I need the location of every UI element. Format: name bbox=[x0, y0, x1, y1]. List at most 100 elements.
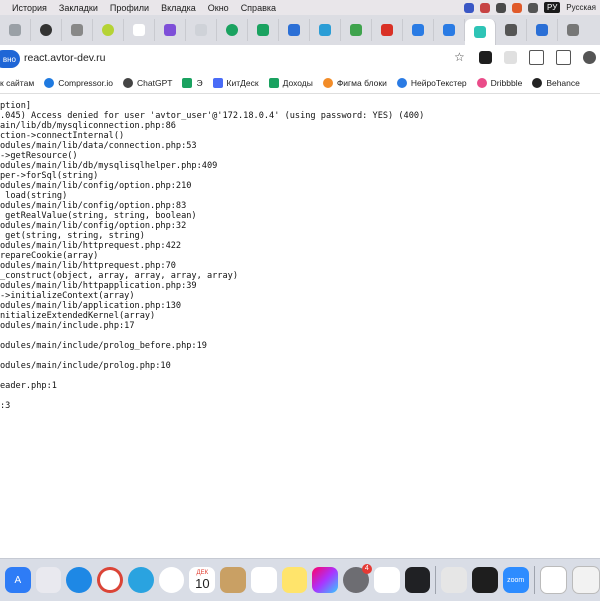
input-language-badge[interactable]: РУ bbox=[544, 2, 561, 13]
notification-badge: 4 bbox=[361, 564, 372, 574]
browser-tab[interactable] bbox=[434, 19, 465, 41]
tab-favicon-icon bbox=[195, 24, 207, 36]
bookmark-item[interactable]: Dribbble bbox=[476, 78, 522, 88]
launchpad-icon[interactable] bbox=[35, 567, 62, 593]
menu-item-tab[interactable]: Вкладка bbox=[161, 3, 196, 13]
page-content: ption] .045) Access denied for user 'avto… bbox=[0, 94, 600, 546]
site-info-chip[interactable]: вно bbox=[0, 50, 20, 68]
bookmark-item[interactable]: Фигма блоки bbox=[322, 78, 387, 88]
menu-item-history[interactable]: История bbox=[12, 3, 47, 13]
tab-favicon-icon bbox=[412, 24, 424, 36]
trace-line: odules/main/include/prolog_before.php:19 bbox=[0, 341, 207, 351]
status-app-icon[interactable] bbox=[480, 2, 491, 13]
jetbrains-icon[interactable] bbox=[404, 567, 431, 593]
bookmark-item[interactable]: НейроТекстер bbox=[396, 78, 467, 88]
trace-line: odules/main/lib/config/option.php:83 bbox=[0, 201, 187, 211]
menu-item-bookmarks[interactable]: Закладки bbox=[59, 3, 98, 13]
browser-tab[interactable] bbox=[62, 19, 93, 41]
system-settings-icon[interactable]: 4 bbox=[343, 564, 372, 593]
jpeg-file-icon[interactable] bbox=[572, 566, 600, 594]
tab-favicon-icon bbox=[133, 24, 145, 36]
menu-item-window[interactable]: Окно bbox=[208, 3, 229, 13]
browser-tab[interactable] bbox=[93, 19, 124, 41]
reminders-icon[interactable] bbox=[250, 567, 277, 593]
trace-line: eader.php:1 bbox=[0, 381, 57, 391]
puzzle-extensions-icon[interactable] bbox=[529, 50, 544, 65]
trace-line: odules/main/lib/db/mysqlisqlhelper.php:4… bbox=[0, 161, 218, 171]
browser-tab[interactable] bbox=[403, 19, 434, 41]
bookmark-star-icon[interactable]: ☆ bbox=[454, 51, 467, 64]
address-bar-url[interactable]: react.avtor-dev.ru bbox=[24, 52, 106, 64]
browser-tab[interactable] bbox=[186, 19, 217, 41]
plus-icon bbox=[257, 24, 269, 36]
calendar-icon[interactable]: ДЕК 10 bbox=[189, 567, 216, 593]
browser-tab[interactable] bbox=[155, 19, 186, 41]
browser-tab[interactable] bbox=[217, 19, 248, 41]
bookmark-item[interactable]: Доходы bbox=[268, 78, 313, 88]
bookmark-item[interactable]: КитДеск bbox=[212, 78, 259, 88]
bookmark-label: Фигма блоки bbox=[336, 78, 387, 88]
browser-toolbar: вно react.avtor-dev.ru ☆ bbox=[0, 45, 600, 73]
notes-icon[interactable] bbox=[281, 567, 308, 593]
trace-line: :3 bbox=[0, 401, 11, 411]
browser-tab[interactable] bbox=[372, 19, 403, 41]
trace-line: ction->connectInternal() bbox=[0, 131, 125, 141]
status-app-icon[interactable] bbox=[496, 2, 507, 13]
zoom-icon[interactable]: zoom bbox=[502, 567, 529, 593]
tab-favicon-icon bbox=[505, 24, 517, 36]
photos-icon[interactable] bbox=[312, 567, 339, 593]
bookmark-item[interactable]: Compressor.io bbox=[44, 78, 113, 88]
browser-tab[interactable] bbox=[527, 19, 558, 41]
neuro-icon bbox=[396, 78, 407, 88]
trace-line: odules/main/lib/data/connection.php:53 bbox=[0, 141, 197, 151]
browser-tab[interactable] bbox=[248, 19, 279, 41]
bookmark-item[interactable]: ChatGPT bbox=[123, 78, 172, 88]
status-app-icon[interactable] bbox=[512, 2, 523, 13]
browser-tab[interactable] bbox=[310, 19, 341, 41]
activity-monitor-icon[interactable] bbox=[373, 567, 400, 593]
contacts-icon[interactable] bbox=[220, 567, 246, 593]
profile-avatar-icon[interactable] bbox=[583, 51, 596, 64]
browser-tab-active[interactable] bbox=[465, 19, 496, 45]
extension-icon[interactable] bbox=[479, 51, 492, 64]
tab-favicon-icon bbox=[226, 24, 238, 36]
document-thumbnail-icon[interactable] bbox=[539, 566, 568, 594]
bookmark-item[interactable]: Behance bbox=[532, 78, 580, 88]
side-panel-icon[interactable] bbox=[556, 50, 571, 65]
bookmarks-bar: к сайтам Compressor.io ChatGPT Э КитДеск… bbox=[0, 73, 600, 94]
bookmark-item[interactable]: к сайтам bbox=[0, 78, 34, 88]
status-app-icon[interactable] bbox=[464, 2, 475, 13]
maps-icon[interactable] bbox=[158, 567, 185, 593]
textedit-icon[interactable] bbox=[441, 567, 468, 593]
trace-line bbox=[0, 371, 424, 381]
browser-tab[interactable] bbox=[558, 19, 588, 41]
app-store-icon[interactable]: A bbox=[5, 567, 31, 593]
browser-tab[interactable] bbox=[0, 19, 31, 41]
browser-tab[interactable] bbox=[31, 19, 62, 41]
safari-icon[interactable] bbox=[66, 567, 93, 593]
dock-separator bbox=[435, 566, 437, 594]
input-language-label[interactable]: Русская bbox=[566, 3, 596, 12]
browser-tab[interactable] bbox=[279, 19, 310, 41]
behance-icon bbox=[532, 78, 543, 88]
menu-item-help[interactable]: Справка bbox=[241, 3, 276, 13]
browser-tab[interactable] bbox=[496, 19, 527, 41]
browser-tab[interactable] bbox=[341, 19, 372, 41]
tab-favicon-icon bbox=[443, 24, 455, 36]
chatgpt-icon bbox=[123, 78, 133, 88]
bookmark-item[interactable]: Э bbox=[182, 78, 203, 88]
trace-line: get(string, string, string) bbox=[0, 231, 145, 241]
trace-line: odules/main/lib/config/option.php:210 bbox=[0, 181, 192, 191]
error-stack-trace: ption] .045) Access denied for user 'avto… bbox=[0, 101, 424, 411]
trace-line: getRealValue(string, string, boolean) bbox=[0, 211, 197, 221]
tab-favicon-icon bbox=[474, 26, 486, 38]
menu-item-profiles[interactable]: Профили bbox=[110, 3, 149, 13]
kitdesk-icon bbox=[212, 78, 223, 88]
telegram-icon[interactable] bbox=[128, 567, 154, 593]
extension-icon[interactable] bbox=[504, 51, 517, 64]
figma-icon[interactable] bbox=[472, 567, 498, 593]
trace-line: ->initializeContext(array) bbox=[0, 291, 135, 301]
status-app-icon[interactable] bbox=[528, 2, 539, 13]
chrome-icon[interactable] bbox=[97, 567, 123, 593]
browser-tab[interactable] bbox=[124, 19, 155, 41]
